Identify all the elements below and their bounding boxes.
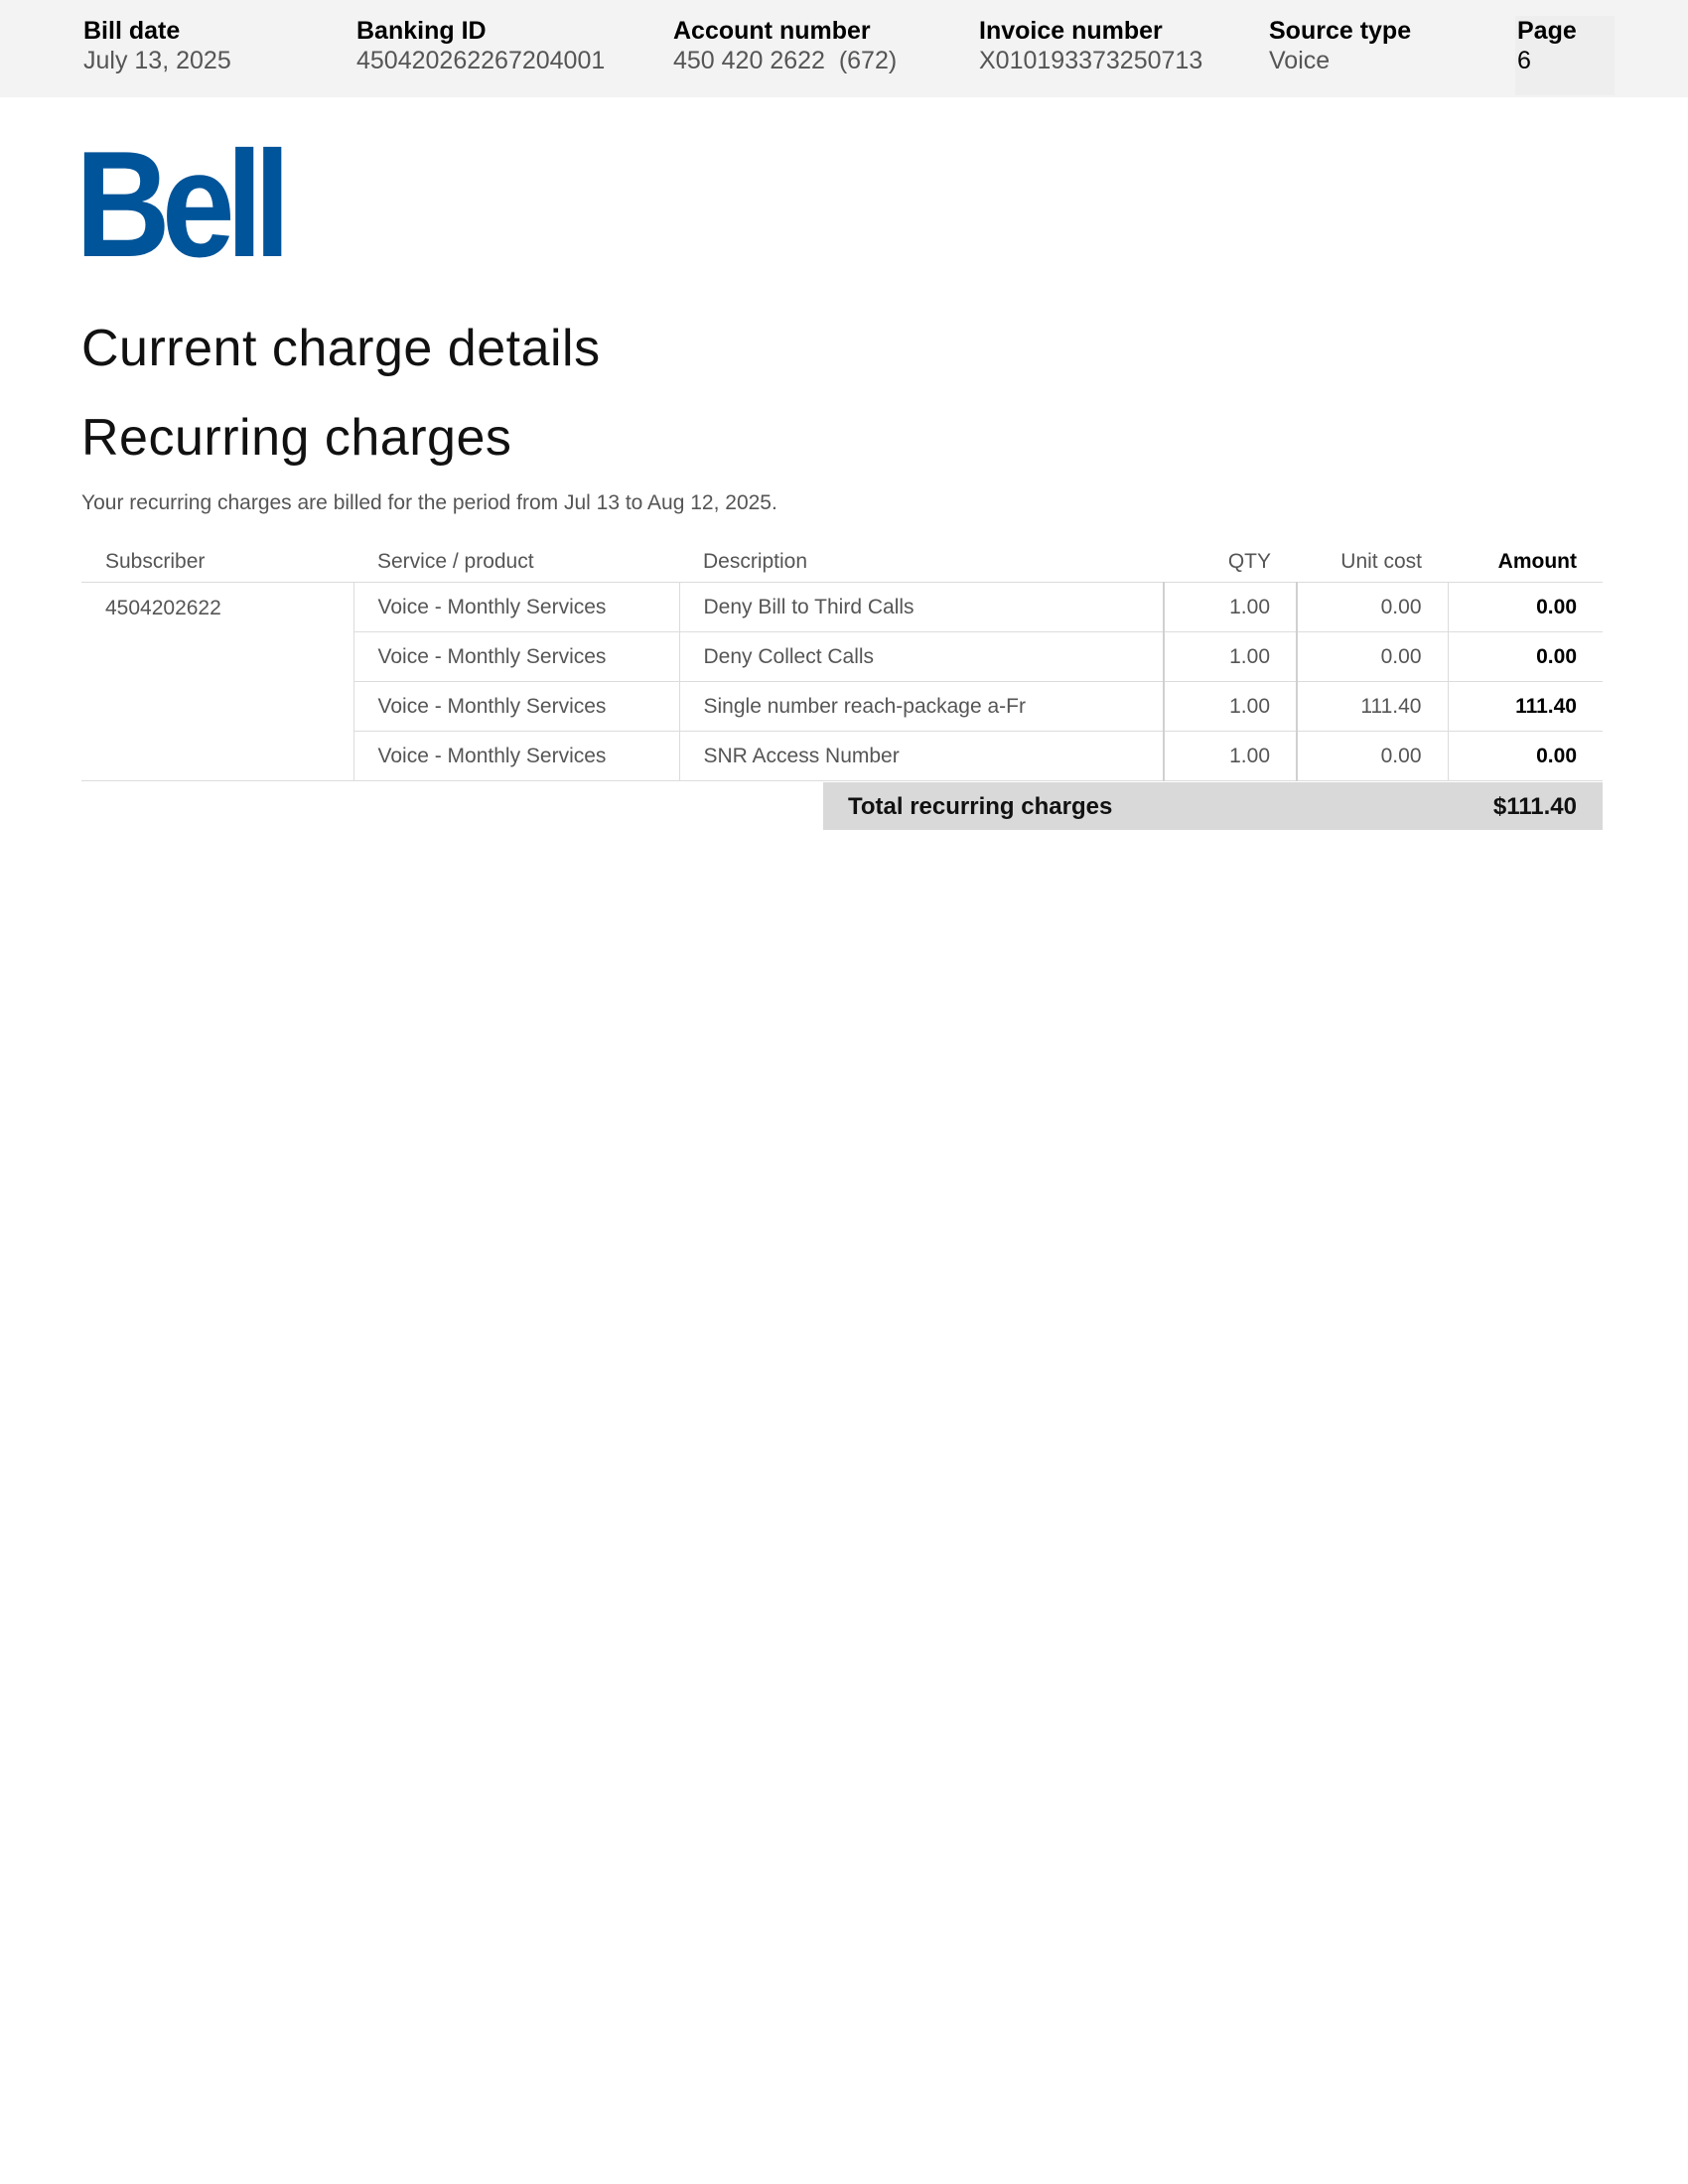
total-label: Total recurring charges — [848, 793, 1113, 820]
qty-cell: 1.00 — [1164, 582, 1298, 632]
service-cell: Voice - Monthly Services — [353, 582, 680, 632]
bill-date-field: Bill date July 13, 2025 — [83, 16, 231, 75]
amount-cell: 0.00 — [1448, 731, 1603, 781]
source-type-label: Source type — [1269, 17, 1412, 45]
invoice-number-label: Invoice number — [979, 17, 1163, 45]
column-header-unit-cost: Unit cost — [1297, 542, 1448, 583]
page-number-field: Page 6 — [1515, 16, 1615, 95]
page-label: Page — [1517, 17, 1577, 45]
recurring-charges-table: Subscriber Service / product Description… — [81, 542, 1603, 781]
table-header-row: Subscriber Service / product Description… — [81, 542, 1603, 583]
source-type-field: Source type Voice — [1269, 16, 1411, 75]
qty-cell: 1.00 — [1164, 731, 1298, 781]
source-type-value: Voice — [1269, 47, 1331, 74]
banking-id-value: 450420262267204001 — [356, 47, 606, 74]
page-title: Current charge details — [81, 320, 601, 377]
column-header-qty: QTY — [1164, 542, 1297, 583]
amount-cell: 0.00 — [1448, 631, 1603, 682]
column-header-subscriber: Subscriber — [81, 542, 353, 583]
column-header-amount: Amount — [1448, 542, 1603, 583]
total-value: $111.40 — [1492, 793, 1577, 820]
bell-logo-text: Bell — [81, 141, 282, 266]
account-number-value: 450 420 2622 (672) — [673, 47, 898, 74]
column-header-description: Description — [679, 542, 1164, 583]
section-title: Recurring charges — [81, 409, 512, 467]
account-number-label: Account number — [673, 17, 871, 45]
service-cell: Voice - Monthly Services — [353, 631, 680, 682]
bill-header-band: Bill date July 13, 2025 Banking ID 45042… — [0, 0, 1688, 97]
account-number-field: Account number 450 420 2622 (672) — [673, 16, 897, 75]
service-cell: Voice - Monthly Services — [353, 731, 680, 781]
qty-cell: 1.00 — [1164, 631, 1298, 682]
description-cell: SNR Access Number — [679, 731, 1165, 781]
qty-cell: 1.00 — [1164, 681, 1298, 732]
amount-cell: 0.00 — [1448, 582, 1603, 632]
description-cell: Deny Collect Calls — [679, 631, 1165, 682]
unit-cost-cell: 111.40 — [1297, 681, 1449, 732]
invoice-number-value: X010193373250713 — [979, 47, 1203, 74]
unit-cost-cell: 0.00 — [1297, 631, 1449, 682]
unit-cost-cell: 0.00 — [1297, 731, 1449, 781]
column-header-service: Service / product — [353, 542, 679, 583]
page-value: 6 — [1517, 47, 1531, 74]
unit-cost-cell: 0.00 — [1297, 582, 1449, 632]
banking-id-field: Banking ID 450420262267204001 — [356, 16, 605, 75]
bill-date-value: July 13, 2025 — [83, 47, 231, 74]
description-cell: Single number reach-package a-Fr — [679, 681, 1165, 732]
table-row: 4504202622 Voice - Monthly Services Deny… — [81, 582, 1603, 781]
amount-cell: 111.40 — [1448, 681, 1603, 732]
bell-logo: Bell — [81, 141, 282, 266]
service-cell: Voice - Monthly Services — [353, 681, 680, 732]
invoice-number-field: Invoice number X010193373250713 — [979, 16, 1202, 75]
banking-id-label: Banking ID — [356, 17, 487, 45]
description-cell: Deny Bill to Third Calls — [679, 582, 1165, 632]
billing-period-note: Your recurring charges are billed for th… — [81, 491, 777, 514]
total-recurring-charges-bar: Total recurring charges $111.40 — [823, 782, 1603, 830]
subscriber-cell: 4504202622 — [81, 582, 354, 781]
bill-date-label: Bill date — [83, 17, 181, 45]
